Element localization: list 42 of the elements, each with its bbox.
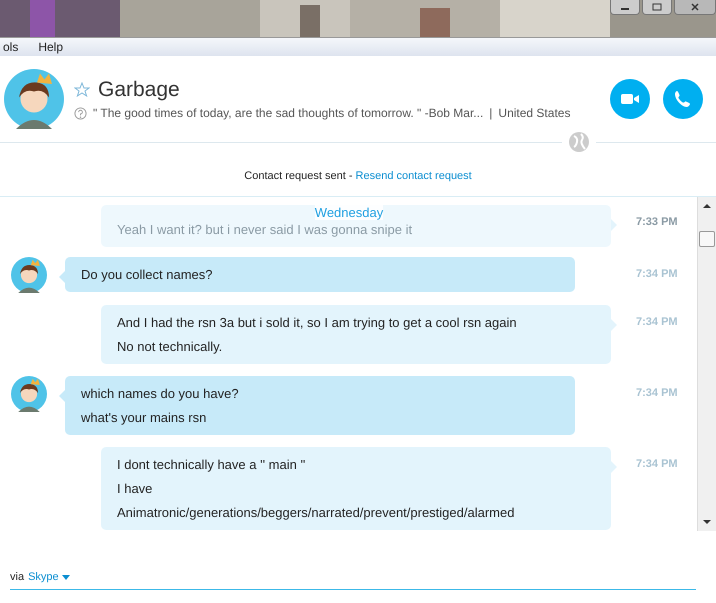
menu-item[interactable]: Help: [35, 40, 66, 54]
via-label: via: [10, 571, 24, 583]
help-icon: [74, 106, 87, 120]
avatar: [4, 69, 64, 129]
message-text: what's your mains rsn: [81, 409, 208, 427]
message-text: Do you collect names?: [81, 266, 214, 284]
message-text: And I had the rsn 3a but i sold it, so I am trying to get a cool rsn again: [117, 314, 518, 332]
maximize-icon: [652, 3, 662, 11]
message-text: which names do you have?: [81, 385, 240, 403]
separator: |: [489, 106, 492, 120]
message-text: Animatronic/generations/beggers/narrated/prevent/prestiged/alarmed: [117, 504, 516, 522]
avatar: [11, 376, 47, 412]
phone-icon: [673, 89, 693, 109]
minimize-button[interactable]: [610, 0, 640, 15]
message-time: 7:34 PM: [636, 267, 678, 280]
location: United States: [498, 106, 570, 120]
message-time: 7:33 PM: [636, 215, 678, 228]
close-icon: [690, 3, 700, 11]
message-text: Yeah I want it? but i never said I was gonna snipe it: [117, 221, 414, 239]
service-dropdown[interactable]: Skype: [28, 571, 70, 583]
globe-icon: [568, 131, 590, 153]
message-text: I dont technically have a '' main '': [117, 456, 306, 474]
resend-request-link[interactable]: Resend contact request: [356, 170, 472, 182]
mood-message: " The good times of today, are the sad thoughts of tomorrow. " -Bob Mar...: [93, 106, 484, 120]
scroll-thumb[interactable]: [699, 231, 715, 247]
scroll-up-icon[interactable]: [702, 202, 712, 210]
message-text: I have: [117, 480, 154, 498]
contact-name: Garbage: [98, 78, 180, 102]
message-text: No not technically.: [117, 338, 224, 356]
message-time: 7:34 PM: [636, 315, 678, 328]
scrollbar[interactable]: [697, 197, 716, 531]
maximize-button[interactable]: [642, 0, 672, 15]
date-header: Wednesday: [314, 205, 384, 220]
message-time: 7:34 PM: [636, 386, 678, 399]
avatar: [11, 257, 47, 293]
close-button[interactable]: [674, 0, 716, 15]
caret-icon: [62, 574, 70, 580]
request-status: Contact request sent -: [244, 170, 354, 182]
star-icon[interactable]: [74, 82, 90, 98]
message-time: 7:34 PM: [636, 457, 678, 470]
menu-item[interactable]: ols: [0, 40, 22, 54]
scroll-down-icon[interactable]: [702, 518, 712, 526]
